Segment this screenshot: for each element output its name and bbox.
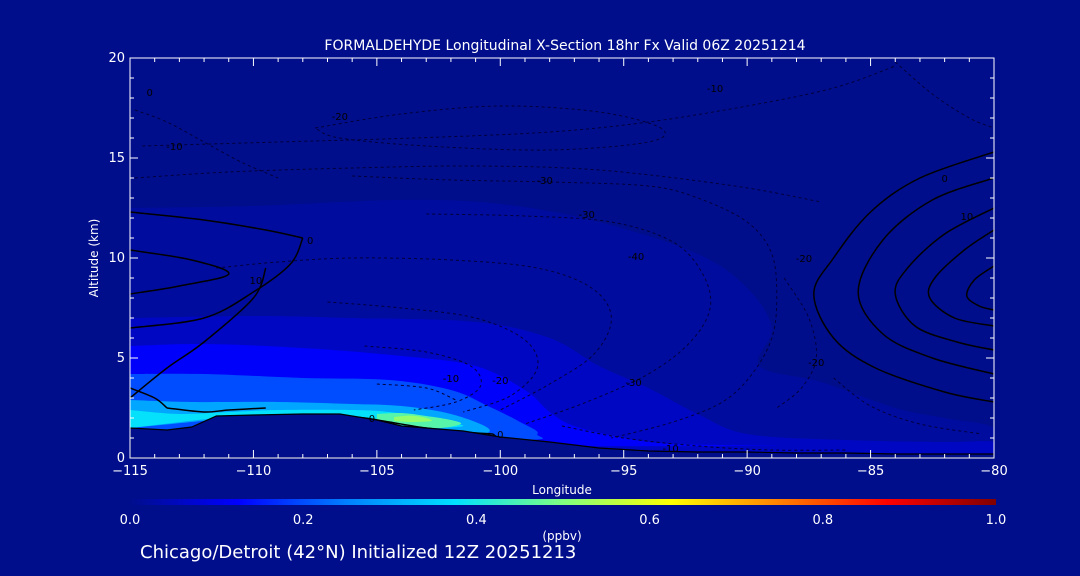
init-caption: Chicago/Detroit (42°N) Initialized 12Z 2… [140, 542, 577, 563]
contour-label-9: 10 [250, 276, 263, 287]
contour-label-4: -30 [579, 210, 595, 221]
contour-label-1: -10 [166, 142, 182, 153]
x-tick-label: −100 [482, 464, 518, 479]
contour-label-12: -30 [625, 378, 641, 389]
contour-label-15: 0 [497, 430, 503, 441]
x-tick-label: −80 [980, 464, 1007, 479]
contour-label-2: -20 [332, 112, 348, 123]
contour-label-0: 0 [147, 88, 153, 99]
contour-label-8: 0 [307, 236, 313, 247]
y-tick-label: 0 [117, 451, 125, 466]
x-tick-label: −90 [733, 464, 760, 479]
colorbar-tick-label: 0.2 [293, 513, 314, 528]
contour-label-7: -10 [707, 84, 723, 95]
contour-label-11: -20 [492, 376, 508, 387]
contour-label-10: -10 [443, 374, 459, 385]
colorbar-ticks: 0.0 0.2 0.4 0.6 0.8 1.0 [120, 513, 1007, 528]
contour-label-3: -30 [537, 176, 553, 187]
figure-root: 0 -10 -20 -30 -30 -40 -20 -10 0 10 -10 -20 -30 -20 0 0 -… [0, 0, 1080, 576]
y-tick-label: 10 [108, 251, 125, 266]
y-tick-label: 15 [108, 151, 125, 166]
y-axis-label: Altitude (km) [87, 219, 101, 298]
x-axis-label: Longitude [532, 483, 592, 497]
colorbar [130, 499, 996, 505]
x-tick-label: −95 [610, 464, 637, 479]
cross-section-chart: 0 -10 -20 -30 -30 -40 -20 -10 0 10 -10 -20 -30 -20 0 0 -… [87, 38, 1008, 543]
x-tick-label: −105 [359, 464, 395, 479]
contour-label-6: -20 [796, 254, 812, 265]
colorbar-tick-label: 0.8 [812, 513, 833, 528]
colorbar-tick-label: 0.4 [466, 513, 487, 528]
colorbar-label: (ppbv) [542, 529, 581, 543]
contour-label-13: -20 [808, 358, 824, 369]
colorbar-tick-label: 0.0 [120, 513, 141, 528]
contour-label-18: 10 [960, 212, 973, 223]
contour-label-17: 0 [941, 174, 947, 185]
x-tick-label: −85 [857, 464, 884, 479]
colorbar-tick-label: 0.6 [639, 513, 660, 528]
contour-label-14: 0 [369, 414, 375, 425]
x-tick-label: −115 [112, 464, 148, 479]
x-tick-label: −110 [236, 464, 272, 479]
contour-label-5: -40 [628, 252, 644, 263]
y-tick-label: 5 [117, 351, 125, 366]
y-tick-label: 20 [108, 51, 125, 66]
colorbar-tick-label: 1.0 [986, 513, 1007, 528]
chart-title: FORMALDEHYDE Longitudinal X-Section 18hr… [324, 38, 805, 54]
contour-label-16: -10 [662, 444, 678, 455]
